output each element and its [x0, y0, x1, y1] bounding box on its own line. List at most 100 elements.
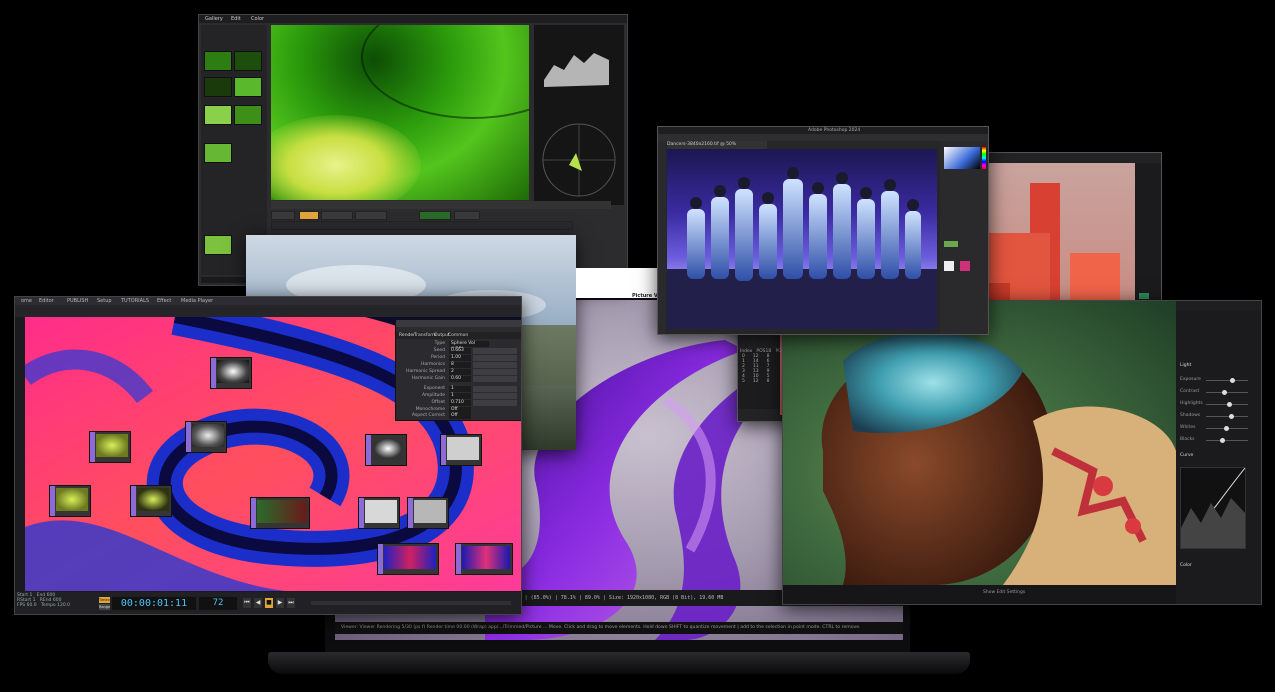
section-color[interactable]: Color [1180, 563, 1192, 568]
param-row[interactable]: Harmonics 8 [399, 362, 519, 368]
portrait-artwork [821, 332, 1176, 585]
frame-field[interactable]: 72 [199, 597, 237, 610]
bin-thumbnail[interactable] [204, 77, 232, 97]
bin-thumbnail[interactable] [234, 105, 262, 125]
slider-label: Whites [1180, 425, 1196, 430]
param-row[interactable]: Seed 0.663 [399, 348, 519, 354]
operator-node[interactable] [377, 543, 439, 575]
node-toolbar [15, 305, 521, 317]
tab-common[interactable]: Common [448, 332, 468, 339]
slider-label: Shadows [1180, 413, 1201, 418]
operator-node[interactable] [250, 497, 310, 529]
portrait-photo[interactable] [783, 301, 1176, 585]
menu-item[interactable]: PUBLISH [67, 297, 88, 305]
menu-item[interactable]: Setup [97, 297, 112, 305]
operator-node[interactable] [210, 357, 252, 389]
operator-node[interactable] [130, 485, 172, 517]
section-light[interactable]: Light [1180, 363, 1191, 368]
bin-thumbnail[interactable] [204, 235, 232, 255]
skip-back-button[interactable]: ⏮ [243, 598, 251, 608]
step-back-button[interactable]: ◀ [254, 598, 262, 608]
color-picker[interactable] [944, 147, 980, 169]
photo-editor-window: Adobe Photoshop 2024 Dancers-3840x2160.t… [657, 126, 989, 335]
grading-control-button[interactable] [321, 211, 353, 220]
stat-value: 60.0 [26, 603, 37, 608]
stat-value: 120.0 [57, 603, 71, 608]
bin-thumbnail[interactable] [204, 51, 232, 71]
tone-curve[interactable] [1180, 467, 1246, 549]
document-tab[interactable]: Dancers-3840x2160.tif @ 50% [667, 141, 767, 149]
app-title: Adobe Photoshop 2024 [808, 128, 861, 133]
operator-node[interactable] [89, 431, 131, 463]
hue-strip[interactable] [982, 147, 986, 169]
operator-node[interactable] [185, 421, 227, 453]
param-row[interactable]: Harmonic Spread 2 [399, 369, 519, 375]
transport-bar [271, 201, 611, 209]
param-row[interactable]: Aspect Correct Off [399, 413, 519, 419]
develop-panel: Light Exposure Contrast Highlights Shado… [1176, 311, 1261, 604]
filmstrip-bar: Show Edit Settings [783, 585, 1176, 604]
swatch[interactable] [960, 261, 970, 271]
grading-control-button[interactable] [454, 211, 480, 220]
tab-color[interactable]: Color [251, 15, 264, 23]
bin-thumbnail[interactable] [204, 143, 232, 163]
bin-thumbnail[interactable] [234, 51, 262, 71]
stat-label: FPS [17, 603, 26, 608]
video-scopes [534, 25, 624, 205]
operator-node[interactable] [407, 497, 449, 529]
menu-item[interactable]: TUTORIALS [121, 297, 149, 305]
operator-node[interactable] [440, 434, 482, 466]
grading-titlebar: Gallery Edit Color [199, 15, 627, 23]
grading-timeline[interactable] [271, 221, 573, 230]
section-curve[interactable]: Curve [1180, 453, 1193, 458]
dancers-artwork [667, 167, 937, 329]
exposure-slider[interactable] [1206, 378, 1248, 383]
step-forward-button[interactable]: ▶ [276, 598, 284, 608]
operator-node[interactable] [365, 434, 407, 466]
contrast-slider[interactable] [1206, 390, 1248, 395]
log-line: Viewer: Viewer Rendering 5/30 (ps f) Ren… [335, 622, 903, 634]
timeline-bar: Start 1 End 600 RStart 1 REnd 600 FPS 60… [15, 592, 521, 614]
menu-item[interactable]: ome [21, 297, 32, 305]
param-row[interactable]: Amplitude 1 [399, 393, 519, 399]
param-row[interactable]: Period 1.00 [399, 355, 519, 361]
timeline-scrubber[interactable] [311, 601, 511, 605]
bin-thumbnail[interactable] [234, 77, 262, 97]
shadows-slider[interactable] [1206, 414, 1248, 419]
editor-titlebar: Adobe Photoshop 2024 [658, 127, 988, 134]
timecode-display[interactable]: 00:00:01:11 [112, 597, 196, 610]
param-row[interactable]: Harmonic Gain 0.60 [399, 376, 519, 382]
swatch[interactable] [944, 261, 954, 271]
tab-gallery[interactable]: Gallery [205, 15, 223, 23]
play-button[interactable]: ■ [265, 598, 273, 608]
slider-label: Blacks [1180, 437, 1195, 442]
bin-thumbnail[interactable] [204, 105, 232, 125]
param-row[interactable]: TypeSphere Vol (LDR) [399, 341, 519, 352]
grading-control-button[interactable] [419, 211, 451, 220]
operator-node[interactable] [455, 543, 513, 575]
param-row[interactable]: Offset 0.710 [399, 400, 519, 406]
grading-control-button[interactable] [271, 211, 295, 220]
menu-item[interactable]: Editor [39, 297, 54, 305]
highlights-slider[interactable] [1206, 402, 1248, 407]
operator-node[interactable] [49, 485, 91, 517]
green-smoke-viewer[interactable] [271, 25, 529, 200]
param-row[interactable]: Exponent 1 [399, 386, 519, 392]
tab-edit[interactable]: Edit [231, 15, 241, 23]
show-edit-settings[interactable]: Show Edit Settings [983, 590, 1025, 595]
menu-item[interactable]: Effect [157, 297, 171, 305]
grading-control-button[interactable] [355, 211, 387, 220]
swatch[interactable] [944, 241, 958, 247]
smoke-cloud [271, 115, 421, 200]
range-toggle[interactable]: Range [99, 604, 110, 610]
operator-node[interactable] [358, 497, 400, 529]
dancers-photo[interactable] [667, 149, 937, 329]
grading-active-button[interactable] [299, 211, 319, 220]
menu-item[interactable]: Media Player [181, 297, 213, 305]
adjustments-panel [940, 141, 988, 334]
whites-slider[interactable] [1206, 426, 1248, 431]
blacks-slider[interactable] [1206, 438, 1248, 443]
timecode-toggle[interactable]: Timecode [99, 597, 110, 603]
tab-render[interactable]: Render [399, 332, 415, 339]
skip-forward-button[interactable]: ⏭ [287, 598, 295, 608]
